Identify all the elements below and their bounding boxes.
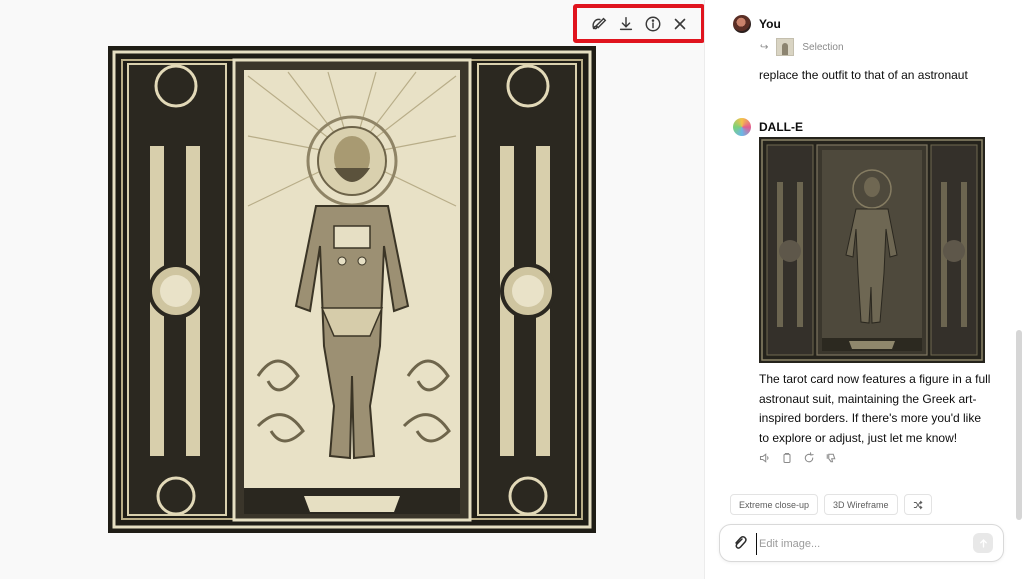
suggestion-chip[interactable]: 3D Wireframe (824, 494, 898, 515)
user-message: replace the outfit to that of an astrona… (759, 68, 968, 82)
arrow-up-icon (979, 538, 987, 548)
message-actions (758, 451, 838, 465)
image-toolbar (573, 4, 705, 43)
copy-icon[interactable] (780, 451, 794, 465)
assistant-message-header: DALL-E (733, 118, 803, 136)
edit-image-input[interactable] (756, 533, 956, 555)
shuffle-button[interactable] (903, 494, 932, 515)
speaker-icon[interactable] (758, 451, 772, 465)
info-icon[interactable] (642, 13, 664, 35)
chat-scrollbar[interactable] (1016, 330, 1022, 520)
image-viewer-pane (0, 0, 704, 579)
tarot-card-image[interactable] (108, 46, 596, 533)
edit-composer (719, 524, 1004, 562)
user-avatar (733, 15, 751, 33)
selection-label: Selection (802, 41, 844, 53)
selection-reference: ↪ Selection (760, 38, 844, 56)
assistant-reply: The tarot card now features a figure in … (759, 372, 991, 445)
edit-select-icon[interactable] (588, 13, 610, 35)
reply-arrow-icon: ↪ (760, 41, 769, 53)
generated-image-thumbnail[interactable] (759, 137, 985, 363)
paperclip-icon[interactable] (732, 535, 748, 551)
suggestion-chip[interactable]: Extreme close-up (730, 494, 819, 515)
selection-thumbnail[interactable] (776, 38, 795, 56)
dalle-avatar (733, 118, 751, 136)
assistant-name: DALL-E (759, 120, 803, 134)
regenerate-icon[interactable] (802, 451, 816, 465)
send-button[interactable] (973, 533, 993, 553)
close-icon[interactable] (669, 13, 691, 35)
download-icon[interactable] (615, 13, 637, 35)
suggestion-chips: Extreme close-up 3D Wireframe (730, 494, 932, 515)
user-name: You (759, 17, 781, 31)
thumbs-down-icon[interactable] (824, 451, 838, 465)
shuffle-icon (913, 500, 922, 509)
user-message-header: You (733, 15, 781, 33)
